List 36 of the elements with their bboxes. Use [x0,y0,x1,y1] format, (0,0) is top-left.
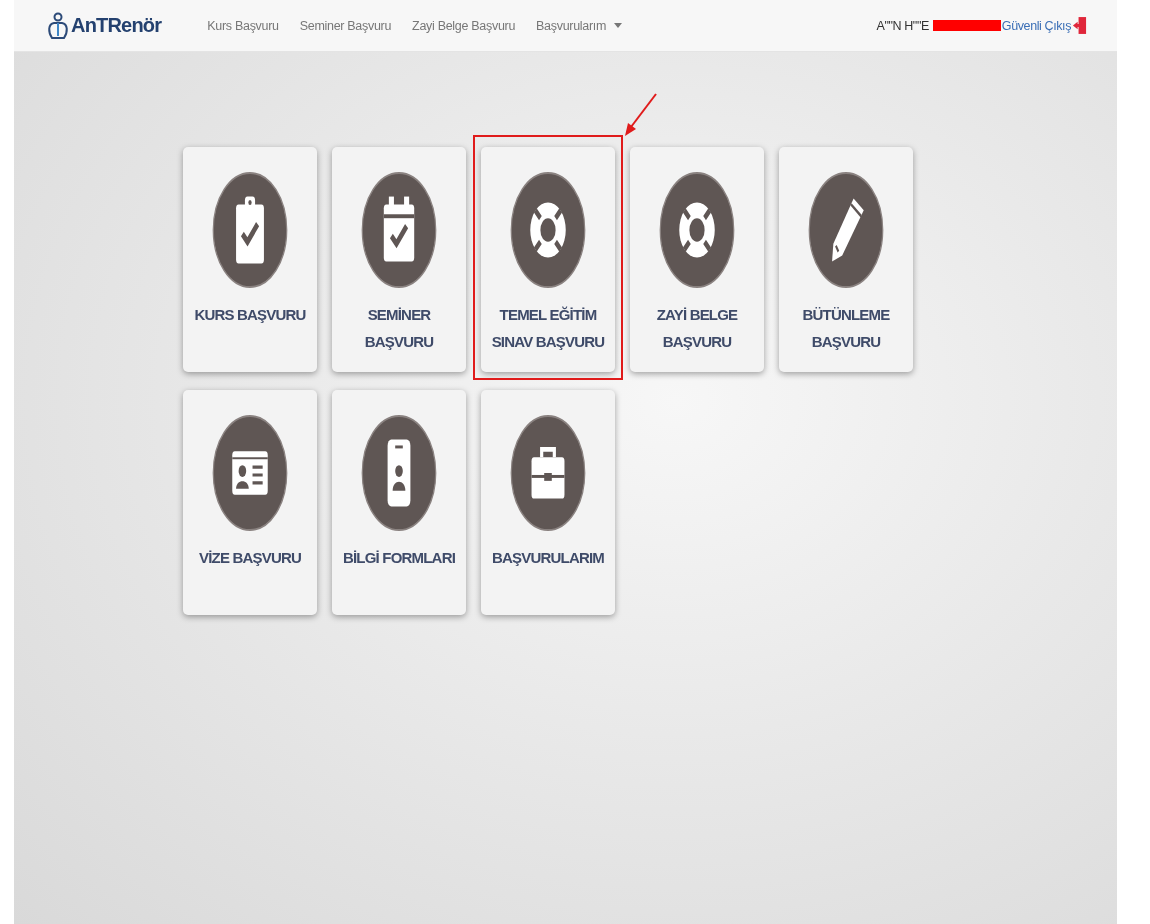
tile-label: BAŞVURULARIM [490,548,606,568]
id-card-icon [212,414,288,532]
calendar-check-icon [361,171,437,289]
lifebuoy-icon [510,171,586,289]
tile-label: SEMİNER BAŞVURU [363,305,435,352]
annotation-arrow [623,93,657,137]
user-name: A""N H""E [876,18,929,33]
menu-tile[interactable]: BİLGİ FORMLARI [332,390,466,615]
tile-label: KURS BAŞVURU [193,305,307,325]
phone-person-icon [361,414,437,532]
menu-tile[interactable]: TEMEL EĞİTİM SINAV BAŞVURU [481,147,615,372]
exit-door-icon[interactable] [1072,16,1087,35]
nav-link[interactable]: Kurs Başvuru [207,18,279,33]
menu-tile[interactable]: KURS BAŞVURU [183,147,317,372]
people-logo-icon [46,11,70,40]
menu-tile[interactable]: SEMİNER BAŞVURU [332,147,466,372]
nav-link[interactable]: Zayi Belge Başvuru [412,18,516,33]
pencil-icon [808,171,884,289]
tile-label: VİZE BAŞVURU [197,548,303,568]
tile-label: BİLGİ FORMLARI [341,548,457,568]
menu-tile[interactable]: BAŞVURULARIM [481,390,615,615]
briefcase-icon [510,414,586,532]
lifebuoy-icon [659,171,735,289]
brand-logo[interactable]: AnTRenör [46,11,162,40]
tile-label: BÜTÜNLEME BAŞVURU [801,305,891,352]
menu-tile[interactable]: ZAYİ BELGE BAŞVURU [630,147,764,372]
tile-label: ZAYİ BELGE BAŞVURU [655,305,739,352]
nav-link[interactable]: Seminer Başvuru [299,18,392,33]
caret-icon [614,23,623,28]
menu-tile[interactable]: BÜTÜNLEME BAŞVURU [779,147,913,372]
clipboard-check-icon [212,171,288,289]
nav-dropdown[interactable]: Başvurularım [536,18,623,33]
brand-name: AnTRenör [71,14,162,37]
menu-tile[interactable]: VİZE BAŞVURU [183,390,317,615]
logout-link[interactable]: Güvenli Çıkış [1001,18,1071,33]
tile-label: TEMEL EĞİTİM SINAV BAŞVURU [490,305,606,352]
